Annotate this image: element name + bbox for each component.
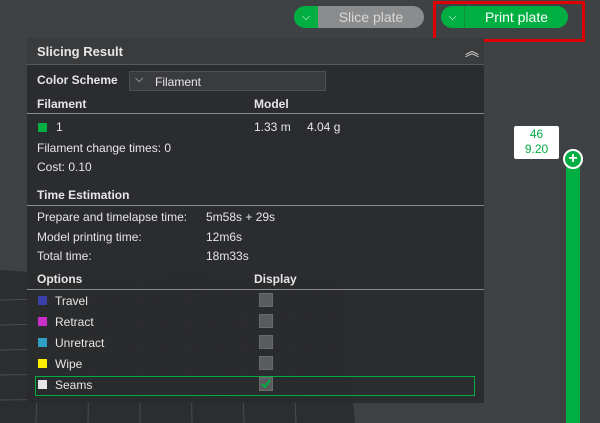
retract-color-swatch	[38, 317, 47, 326]
option-label: Wipe	[55, 357, 83, 371]
panel-header: Slicing Result ︽	[27, 38, 484, 65]
divider	[27, 113, 484, 114]
chevron-down-icon: ⌵	[135, 73, 144, 85]
divider	[27, 289, 484, 290]
option-label: Unretract	[55, 336, 105, 350]
seams-row-highlight	[35, 376, 475, 396]
filament-index: 1	[56, 120, 63, 134]
layer-slider-track[interactable]	[566, 158, 580, 423]
slice-plate-button[interactable]: Slice plate	[318, 6, 424, 28]
total-time-value: 18m33s	[206, 249, 249, 263]
slice-plate-button-group[interactable]: ⌵ Slice plate	[294, 6, 424, 28]
prepare-time-label: Prepare and timelapse time:	[37, 210, 188, 224]
display-header: Display	[254, 272, 297, 286]
option-label: Travel	[55, 294, 88, 308]
model-header: Model	[254, 97, 289, 111]
filament-header: Filament	[37, 97, 87, 111]
layer-height: 9.20	[524, 142, 549, 156]
total-time-label: Total time:	[37, 249, 92, 263]
divider	[27, 205, 484, 206]
display-checkbox[interactable]	[259, 377, 273, 391]
prepare-time-value: 5m58s + 29s	[206, 210, 276, 224]
option-label: Seams	[55, 378, 93, 392]
filament-length: 1.33 m	[254, 120, 291, 134]
layer-number: 46	[529, 127, 544, 141]
panel-title: Slicing Result	[37, 44, 123, 59]
highlight-box	[433, 1, 585, 42]
collapse-icon[interactable]: ︽	[465, 41, 479, 61]
options-header: Options	[37, 272, 83, 286]
option-label: Retract	[55, 315, 94, 329]
filament-color-swatch	[38, 123, 47, 132]
display-checkbox[interactable]	[259, 293, 273, 307]
model-time-value: 12m6s	[206, 230, 243, 244]
color-scheme-value: Filament	[155, 75, 202, 89]
display-checkbox[interactable]	[259, 314, 273, 328]
wipe-color-swatch	[38, 359, 47, 368]
seams-color-swatch	[38, 380, 47, 389]
layer-slider-handle-plus-icon[interactable]: +	[563, 149, 583, 169]
unretract-color-swatch	[38, 338, 47, 347]
slicing-result-panel: Slicing Result ︽ Color Scheme ⌵ Filament…	[27, 38, 484, 403]
travel-color-swatch	[38, 296, 47, 305]
display-checkbox[interactable]	[259, 356, 273, 370]
color-scheme-label: Color Scheme	[37, 73, 118, 87]
color-scheme-select[interactable]: ⌵ Filament	[129, 71, 326, 91]
slice-dropdown-chevron-icon[interactable]: ⌵	[294, 6, 318, 28]
cost: Cost: 0.10	[37, 160, 92, 174]
checkmark-icon	[261, 379, 271, 389]
time-estimation-title: Time Estimation	[37, 188, 130, 202]
filament-change-times: Filament change times: 0	[37, 141, 172, 155]
display-checkbox[interactable]	[259, 335, 273, 349]
layer-slider-label: 46 9.20	[514, 126, 559, 159]
model-time-label: Model printing time:	[37, 230, 142, 244]
filament-weight: 4.04 g	[307, 120, 341, 134]
